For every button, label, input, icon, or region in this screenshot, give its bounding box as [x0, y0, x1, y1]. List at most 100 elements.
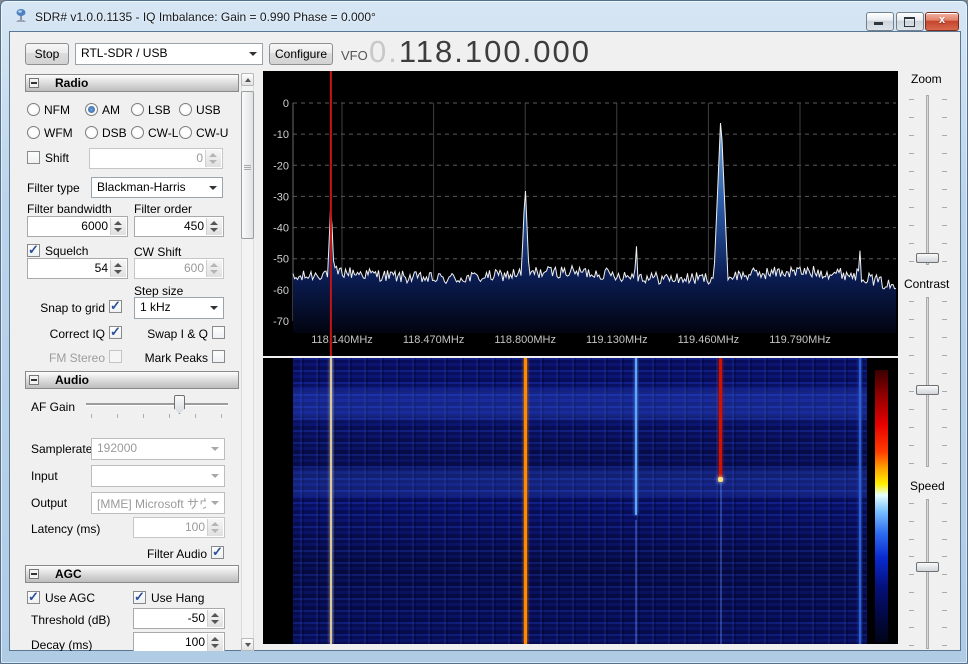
waterfall-signal-tip [718, 477, 724, 482]
squelch-checkbox[interactable] [27, 242, 40, 258]
svg-text:118.800MHz: 118.800MHz [494, 334, 556, 346]
step-size-label: Step size [134, 284, 184, 298]
threshold-field[interactable]: -50 [133, 608, 225, 629]
mark-peaks-label: Mark Peaks [144, 351, 208, 365]
cw-shift-spinner[interactable] [206, 260, 222, 277]
svg-text:-50: -50 [273, 254, 289, 266]
filter-bandwidth-spinner[interactable] [110, 218, 126, 235]
contrast-slider-thumb[interactable] [916, 385, 939, 395]
waterfall-signals [263, 358, 898, 644]
decay-spinner[interactable] [207, 634, 223, 651]
svg-text:118.470MHz: 118.470MHz [403, 334, 465, 346]
collapse-radio-button[interactable] [29, 78, 39, 88]
output-select[interactable]: [MME] Microsoft サウ [91, 492, 225, 514]
speed-slider-label: Speed [910, 479, 945, 493]
waterfall-color-legend [875, 370, 888, 642]
mode-radio-am[interactable] [85, 103, 98, 116]
swap-iq-label: Swap I & Q [147, 327, 208, 341]
svg-text:0: 0 [283, 98, 289, 110]
latency-field[interactable]: 100 [133, 517, 225, 538]
waterfall-display[interactable] [263, 358, 898, 644]
use-hang-checkbox[interactable] [133, 589, 146, 605]
samplerate-label: Samplerate [31, 442, 93, 456]
shift-label: Shift [45, 151, 70, 165]
use-agc-checkbox[interactable] [27, 589, 40, 605]
samplerate-select[interactable]: 192000 [91, 438, 225, 460]
scrollbar-thumb[interactable] [241, 91, 254, 239]
mark-peaks-checkbox[interactable] [212, 350, 225, 363]
output-label: Output [31, 496, 68, 510]
filter-audio-checkbox[interactable] [211, 544, 224, 560]
swap-iq-checkbox[interactable] [212, 326, 225, 339]
agc-group-header: AGC [25, 565, 239, 583]
svg-text:-70: -70 [273, 316, 289, 328]
squelch-spinner[interactable] [110, 260, 126, 277]
radio-group-header: Radio [25, 74, 239, 92]
af-gain-slider-thumb[interactable] [174, 395, 185, 414]
zoom-slider-label: Zoom [911, 72, 942, 86]
use-agc-label: Use AGC [45, 591, 96, 605]
filter-bandwidth-field[interactable]: 6000 [27, 216, 128, 237]
spectrum-display[interactable]: 118.140MHz 118.470MHz 118.800MHz 119.130MHz… [263, 71, 898, 356]
mode-radio-dsb[interactable] [85, 126, 98, 139]
squelch-field[interactable]: 54 [27, 258, 128, 279]
mode-radio-wfm[interactable] [27, 126, 40, 139]
chevron-down-icon [209, 186, 217, 190]
filter-order-spinner[interactable] [206, 218, 222, 235]
svg-text:-30: -30 [273, 191, 289, 203]
speed-slider-thumb[interactable] [916, 562, 939, 572]
mode-label-wfm: WFM [44, 126, 73, 140]
shift-field[interactable]: 0 [89, 148, 223, 169]
shift-checkbox[interactable] [27, 151, 40, 164]
input-select[interactable] [91, 465, 225, 487]
af-gain-slider-track[interactable] [86, 403, 228, 405]
snap-to-grid-checkbox[interactable] [109, 298, 122, 314]
mode-label-cwl: CW-L [148, 126, 179, 140]
mode-radio-cwl[interactable] [131, 126, 144, 139]
mode-label-cwu: CW-U [196, 126, 229, 140]
shift-spinner[interactable] [205, 150, 221, 167]
mode-radio-cwu[interactable] [179, 126, 192, 139]
mode-label-nfm: NFM [44, 103, 70, 117]
cw-shift-field[interactable]: 600 [134, 258, 224, 279]
chevron-down-icon [211, 501, 219, 505]
waterfall-signal [635, 358, 638, 515]
scrollbar-up-button[interactable] [241, 73, 254, 86]
mode-radio-usb[interactable] [179, 103, 192, 116]
svg-text:-60: -60 [273, 285, 289, 297]
filter-type-select[interactable]: Blackman-Harris [91, 177, 223, 198]
correct-iq-label: Correct IQ [49, 327, 105, 341]
contrast-slider-track[interactable] [926, 297, 929, 467]
mode-label-am: AM [102, 103, 120, 117]
spectrum-plot: 118.140MHz 118.470MHz 118.800MHz 119.130MHz… [273, 71, 896, 356]
af-gain-label: AF Gain [31, 400, 76, 414]
step-size-select[interactable]: 1 kHz [134, 297, 224, 319]
mode-radio-lsb[interactable] [131, 103, 144, 116]
speed-slider-track[interactable] [926, 499, 929, 649]
waterfall-signal [329, 358, 332, 644]
input-label: Input [31, 469, 58, 483]
mode-radio-nfm[interactable] [27, 103, 40, 116]
zoom-slider-thumb[interactable] [916, 253, 939, 263]
mode-label-usb: USB [196, 103, 221, 117]
collapse-agc-button[interactable] [29, 569, 39, 579]
triangle-up-icon [245, 78, 251, 82]
waterfall-signal [719, 358, 723, 478]
filter-order-field[interactable]: 450 [134, 216, 224, 237]
threshold-label: Threshold (dB) [31, 613, 111, 627]
svg-text:119.130MHz: 119.130MHz [586, 334, 648, 346]
collapse-audio-button[interactable] [29, 375, 39, 385]
chevron-down-icon [211, 474, 219, 478]
zoom-slider-track[interactable] [926, 95, 929, 265]
latency-label: Latency (ms) [31, 522, 101, 536]
filter-order-label: Filter order [134, 202, 193, 216]
contrast-slider-label: Contrast [904, 277, 950, 291]
scrollbar-down-button[interactable] [241, 638, 254, 651]
latency-spinner[interactable] [207, 519, 223, 536]
triangle-down-icon [245, 643, 251, 647]
svg-text:-40: -40 [273, 223, 289, 235]
threshold-spinner[interactable] [207, 610, 223, 627]
decay-field[interactable]: 100 [133, 632, 225, 651]
waterfall-signal [523, 358, 527, 644]
decay-label: Decay (ms) [31, 638, 93, 651]
